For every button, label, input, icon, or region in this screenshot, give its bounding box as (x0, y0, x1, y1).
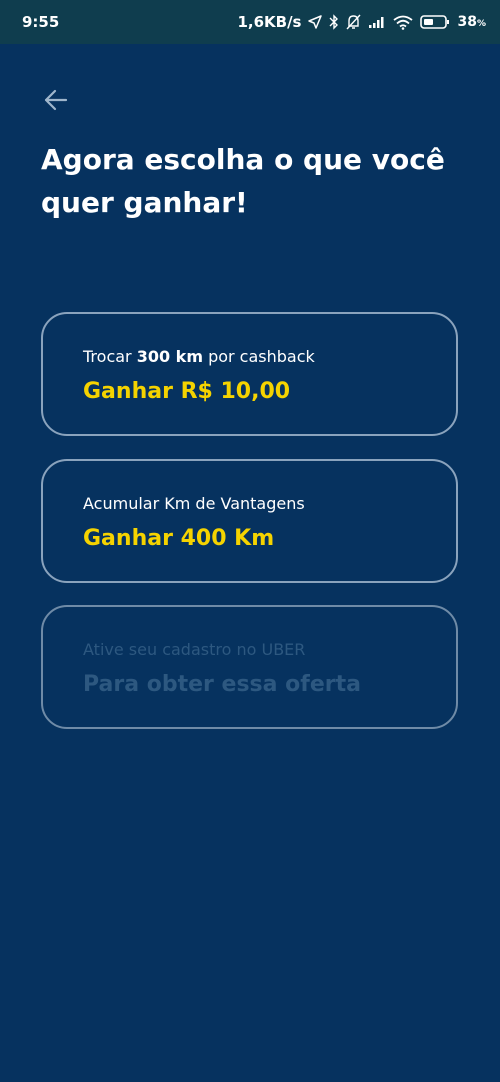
option-title: Ganhar R$ 10,00 (83, 379, 291, 404)
option-card-uber-disabled: Ative seu cadastro no UBER Para obter es… (41, 605, 458, 729)
page-title-line2: quer ganhar! (41, 186, 248, 219)
option-title: Ganhar 400 Km (83, 526, 275, 551)
bluetooth-icon (329, 14, 339, 30)
option-title: Para obter essa oferta (83, 672, 361, 697)
signal-icon (368, 15, 386, 29)
arrow-left-icon (42, 89, 70, 118)
network-speed: 1,6KB/s (237, 13, 302, 31)
location-arrow-icon (308, 15, 323, 29)
status-icons: 1,6KB/s 38% (237, 13, 486, 31)
option-subtitle: Trocar 300 km por cashback (83, 347, 315, 366)
page-title: Agora escolha o que você quer ganhar! (41, 138, 461, 224)
wifi-icon (393, 15, 414, 30)
bell-off-icon (346, 14, 361, 30)
option-subtitle: Ative seu cadastro no UBER (83, 640, 306, 659)
status-bar: 9:55 1,6KB/s 38% (0, 0, 500, 44)
back-button[interactable] (42, 86, 70, 114)
option-card-km-vantagens[interactable]: Acumular Km de Vantagens Ganhar 400 Km (41, 459, 458, 583)
option-card-cashback[interactable]: Trocar 300 km por cashback Ganhar R$ 10,… (41, 312, 458, 436)
battery-icon (420, 14, 450, 30)
battery-percent: 38% (457, 14, 486, 30)
option-subtitle: Acumular Km de Vantagens (83, 494, 305, 513)
status-time: 9:55 (22, 13, 60, 31)
page-title-line1: Agora escolha o que você (41, 143, 445, 176)
